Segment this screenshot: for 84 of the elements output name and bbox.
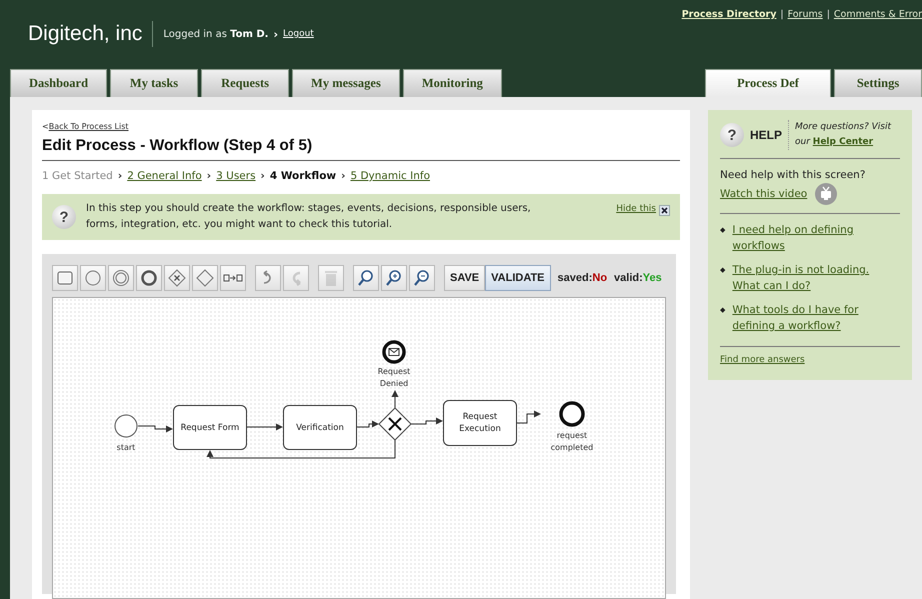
help-icon: ? xyxy=(720,123,744,147)
status-label: valid: xyxy=(614,272,643,284)
end-event xyxy=(559,401,585,427)
link-separator: | xyxy=(780,9,784,20)
toolbar-button[interactable]: VALIDATE xyxy=(485,265,551,291)
top-link[interactable]: Comments & Error xyxy=(834,9,922,20)
status-label: saved: xyxy=(558,272,592,284)
step-separator: › xyxy=(341,170,346,182)
tool-button[interactable] xyxy=(52,265,78,291)
help-topic-link[interactable]: What tools do I have for defining a workflow? xyxy=(732,302,900,334)
diamond-x-icon xyxy=(167,268,187,288)
tool-button[interactable] xyxy=(381,265,407,291)
zoom-out-icon xyxy=(412,268,432,288)
help-icon: ? xyxy=(52,205,76,229)
tool-button[interactable] xyxy=(255,265,281,291)
nav-tab[interactable]: Settings xyxy=(834,69,922,97)
top-link[interactable]: Process Directory xyxy=(682,9,776,20)
info-text: In this step you should create the workflow: stages, events, decisions, responsible users, forms, integration, etc. you might want to check this tutorial. xyxy=(86,202,532,232)
help-center-text: More questions? Visit our Help Center xyxy=(788,120,900,150)
back-chevron: < xyxy=(42,122,49,131)
connector-arrow xyxy=(516,410,541,424)
company-logo: Digitech, inc xyxy=(28,22,142,46)
step-label: 1 Get Started xyxy=(42,170,113,182)
status-value: Yes xyxy=(642,272,662,284)
tool-button[interactable] xyxy=(409,265,435,291)
help-topic-link[interactable]: The plug-in is not loading. What can I do? xyxy=(732,262,900,294)
help-title: HELP xyxy=(750,128,782,142)
tv-icon[interactable] xyxy=(815,183,838,205)
tool-button[interactable] xyxy=(164,265,190,291)
event-label: start xyxy=(116,442,136,454)
tool-button[interactable] xyxy=(220,265,246,291)
help-topic-link[interactable]: I need help on defining workflows xyxy=(732,222,900,254)
start-event xyxy=(114,414,138,438)
video-link[interactable]: Watch this video xyxy=(720,186,808,202)
logged-in-text: Logged in as Tom D. xyxy=(163,28,268,40)
status-value: No xyxy=(592,272,608,284)
step-link[interactable]: 5 Dynamic Info xyxy=(350,170,430,182)
step-separator: › xyxy=(118,170,122,182)
step-link[interactable]: 3 Users xyxy=(216,170,256,182)
step-link[interactable]: 2 General Info xyxy=(127,170,202,182)
task-node: Request Execution xyxy=(443,400,517,446)
find-answers-link[interactable]: Find more answers xyxy=(720,355,805,365)
step-separator: › xyxy=(206,170,212,182)
arrow-glyph: › xyxy=(273,28,278,40)
connector-arrow xyxy=(392,390,398,408)
message-end-event xyxy=(382,340,406,364)
back-link[interactable]: Back To Process List xyxy=(48,122,129,131)
tool-button[interactable] xyxy=(80,265,106,291)
nav-tab[interactable]: Monitoring xyxy=(402,69,502,97)
tool-button[interactable] xyxy=(353,265,379,291)
current-step: 4 Workflow xyxy=(270,170,336,182)
task-node: Request Form xyxy=(173,405,247,450)
top-link[interactable]: Forums xyxy=(788,9,823,20)
search-icon xyxy=(356,268,376,288)
logout-link[interactable]: Logout xyxy=(283,29,314,39)
help-question: Need help with this screen? xyxy=(720,168,866,183)
hide-link[interactable]: Hide this xyxy=(616,204,656,214)
double-circle-icon xyxy=(111,268,131,288)
connector-arrow xyxy=(356,420,379,428)
link-separator: | xyxy=(826,9,830,20)
connector-arrow xyxy=(246,424,283,430)
page-title: Edit Process - Workflow (Step 4 of 5) xyxy=(42,137,680,161)
nav-tab[interactable]: Dashboard xyxy=(10,69,108,97)
thick-circle-icon xyxy=(139,268,159,288)
event-label: request completed xyxy=(550,430,594,454)
tool-button[interactable] xyxy=(136,265,162,291)
step-separator: › xyxy=(260,170,265,182)
close-icon[interactable] xyxy=(659,205,670,216)
help-center-link[interactable]: Help Center xyxy=(812,137,874,147)
event-label: Request Denied xyxy=(376,366,412,390)
nav-tab[interactable]: My tasks xyxy=(110,69,198,97)
nav-tab[interactable]: Requests xyxy=(201,69,290,97)
zoom-in-icon xyxy=(384,268,404,288)
toolbar-button[interactable]: SAVE xyxy=(444,265,486,291)
exclusive-gateway xyxy=(378,407,412,441)
connector-arrow xyxy=(138,426,173,432)
nav-tab[interactable]: Process Def xyxy=(705,69,831,97)
connector-arrow xyxy=(410,418,443,424)
tool-button[interactable] xyxy=(192,265,218,291)
circle-icon xyxy=(83,268,103,288)
diamond-icon xyxy=(195,268,215,288)
nav-tab[interactable]: My messages xyxy=(292,69,400,97)
tool-button[interactable] xyxy=(108,265,134,291)
task-node: Verification xyxy=(283,405,357,450)
